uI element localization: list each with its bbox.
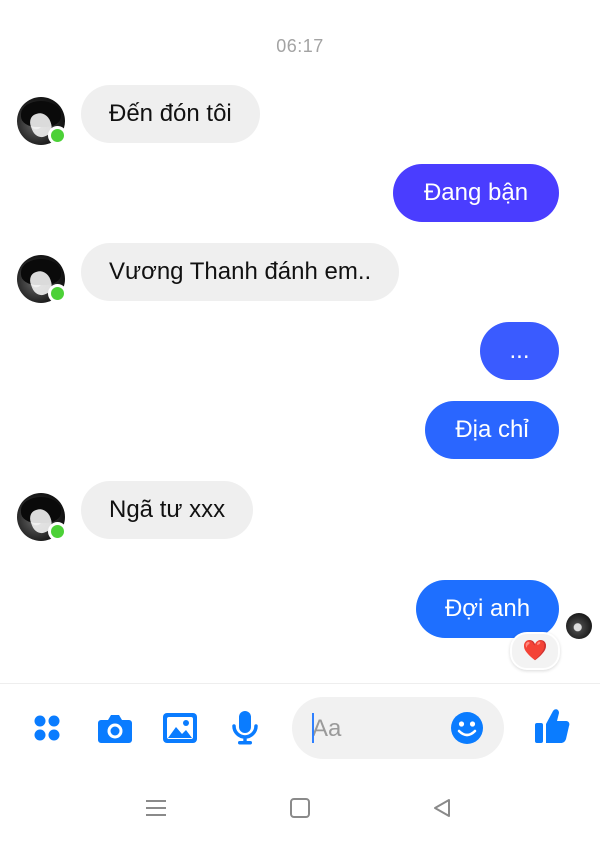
recent-apps-button[interactable] — [136, 790, 176, 826]
online-status-dot — [48, 284, 67, 303]
gallery-button[interactable] — [158, 706, 202, 750]
home-icon — [290, 798, 310, 818]
heart-reaction: ❤️ — [522, 640, 548, 662]
image-icon — [163, 713, 197, 743]
smiley-icon[interactable] — [450, 711, 484, 745]
message-bubble-outgoing[interactable]: Đang bận — [393, 164, 559, 222]
home-button[interactable] — [280, 790, 320, 826]
back-icon — [434, 799, 450, 817]
seen-receipt-avatar — [566, 613, 592, 639]
reaction-badge[interactable]: ❤️ — [510, 632, 560, 670]
microphone-icon — [232, 711, 258, 745]
text-cursor — [312, 713, 314, 743]
online-status-dot — [48, 522, 67, 541]
message-bubble-outgoing[interactable]: ... — [480, 322, 559, 380]
message-bubble-incoming[interactable]: Ngã tư xxx — [81, 481, 254, 539]
voice-button[interactable] — [223, 706, 267, 750]
menu-dots-icon — [34, 715, 60, 741]
camera-icon — [98, 715, 132, 743]
contact-avatar[interactable] — [17, 97, 67, 145]
message-bubble-outgoing[interactable]: Đợi anh — [416, 580, 559, 638]
like-button[interactable] — [530, 704, 574, 748]
back-button[interactable] — [422, 790, 462, 826]
message-input-container[interactable] — [292, 697, 504, 759]
online-status-dot — [48, 126, 67, 145]
message-bubble-outgoing[interactable]: Địa chỉ — [425, 401, 559, 459]
contact-avatar[interactable] — [17, 493, 67, 541]
thumbs-up-icon — [535, 709, 570, 743]
menu-button[interactable] — [25, 706, 69, 750]
composer-divider — [0, 683, 600, 684]
timestamp: 06:17 — [276, 36, 324, 56]
message-input[interactable] — [310, 707, 444, 751]
message-bubble-incoming[interactable]: Đến đón tôi — [81, 85, 260, 143]
recent-apps-icon — [146, 800, 166, 816]
message-bubble-incoming[interactable]: Vương Thanh đánh em.. — [81, 243, 400, 301]
contact-avatar[interactable] — [17, 255, 67, 303]
camera-button[interactable] — [93, 706, 137, 750]
